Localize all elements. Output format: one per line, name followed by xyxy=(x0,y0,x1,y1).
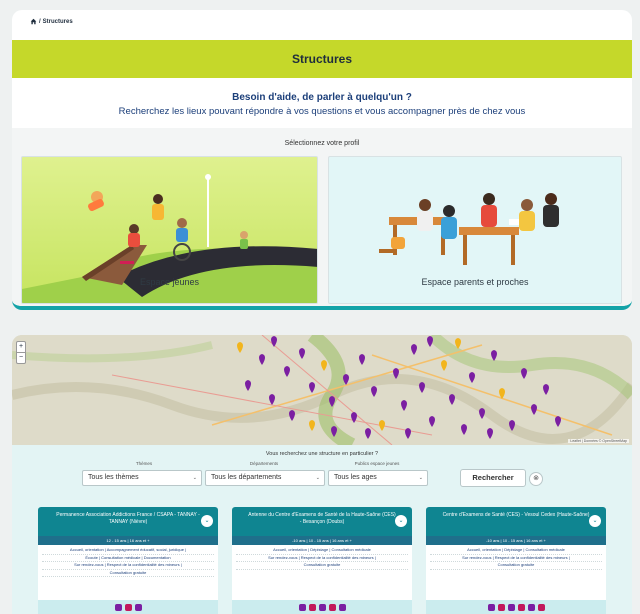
page-title-banner: Structures xyxy=(12,40,632,78)
search-button[interactable]: Rechercher xyxy=(460,469,526,487)
profile-label-jeunes: Espace jeunes xyxy=(139,277,200,287)
service-icon xyxy=(507,603,515,611)
filter-label-departements: Départements xyxy=(249,461,279,466)
profile-label-parents: Espace parents et proches xyxy=(421,277,529,287)
service-line: Sur rendez-vous | Respect de la confiden… xyxy=(42,562,214,570)
service-icon xyxy=(497,603,505,611)
structure-ages: -10 ans | 10 - 15 ans | 16 ans et + xyxy=(426,536,606,545)
filter-label-publics: Publics espace jeunes xyxy=(354,461,400,466)
structure-icons xyxy=(426,600,606,614)
service-icon xyxy=(114,603,122,611)
structure-icons xyxy=(38,600,218,614)
service-icon xyxy=(308,603,316,611)
chevron-down-icon: ⌄ xyxy=(315,475,320,481)
service-line: Accueil, orientation | Dépistage | Consu… xyxy=(430,547,602,555)
map-search-panel: + − Leaflet | Données © OpenStreetMap Vo… xyxy=(12,335,632,614)
service-icon xyxy=(318,603,326,611)
structure-card[interactable]: Centre d'Examens de Santé (CES) - Vesoul… xyxy=(426,507,606,614)
filter-label-themes: Thèmes xyxy=(135,461,153,466)
structures-panel: / Structures Structures Besoin d'aide, d… xyxy=(12,10,632,310)
public-select-value: Tous les ages xyxy=(334,474,377,481)
chevron-down-icon: ⌄ xyxy=(192,475,197,481)
structure-icons xyxy=(232,600,412,614)
structures-map[interactable]: + − Leaflet | Données © OpenStreetMap xyxy=(12,335,632,445)
chevron-down-icon: ⌄ xyxy=(418,475,423,481)
chevron-down-icon[interactable]: ⌄ xyxy=(589,515,601,527)
departement-select-value: Tous les départements xyxy=(211,474,282,481)
structure-card-header: Centre d'Examens de Santé (CES) - Vesoul… xyxy=(426,507,606,536)
profile-card-parents[interactable]: Espace parents et proches xyxy=(328,156,622,304)
profile-card-jeunes[interactable]: Espace jeunes xyxy=(21,156,318,304)
zoom-out-button[interactable]: − xyxy=(17,353,25,363)
service-line: Consultation gratuite xyxy=(430,562,602,570)
profile-selector: Sélectionnez votre profil Espace jeunes … xyxy=(12,128,632,306)
public-select[interactable]: Tous les ages ⌄ xyxy=(328,470,428,486)
service-icon xyxy=(487,603,495,611)
service-icon xyxy=(124,603,132,611)
zoom-in-button[interactable]: + xyxy=(17,342,25,353)
service-icon xyxy=(527,603,535,611)
structure-services: Accueil, orientation | Dépistage | Consu… xyxy=(426,545,606,572)
structure-services: Accueil, orientation | Accompagnement éd… xyxy=(38,545,218,579)
page-title: Structures xyxy=(291,52,353,66)
service-icon xyxy=(537,603,545,611)
structure-card[interactable]: Permanence Association Addictions France… xyxy=(38,507,218,614)
map-zoom-control: + − xyxy=(16,341,26,364)
breadcrumb-current: Structures xyxy=(42,18,73,25)
structure-card-header: Antenne du Centre d'Examens de Santé de … xyxy=(232,507,412,536)
theme-select-value: Tous les thèmes xyxy=(88,474,139,481)
structure-ages: 12 - 15 ans | 16 ans et + xyxy=(38,536,218,545)
service-line: Accueil, orientation | Dépistage | Consu… xyxy=(236,547,408,555)
theme-select[interactable]: Tous les thèmes ⌄ xyxy=(82,470,202,486)
search-title: Vous recherchez une structure en particu… xyxy=(265,451,379,457)
service-icon xyxy=(298,603,306,611)
service-icon xyxy=(338,603,346,611)
help-subtitle: Recherchez les lieux pouvant répondre à … xyxy=(118,106,526,117)
service-line: Écoute | Consultation médicale | Documen… xyxy=(42,555,214,562)
chevron-down-icon[interactable]: ⌄ xyxy=(201,515,213,527)
service-line: Sur rendez-vous | Respect de la confiden… xyxy=(430,555,602,562)
service-line: Consultation gratuite xyxy=(42,570,214,577)
structure-card[interactable]: Antenne du Centre d'Examens de Santé de … xyxy=(232,507,412,614)
reset-icon[interactable]: ⊗ xyxy=(529,472,543,486)
home-icon[interactable] xyxy=(30,18,37,25)
service-icon xyxy=(134,603,142,611)
breadcrumb: / Structures xyxy=(30,18,73,25)
service-line: Consultation gratuite xyxy=(236,562,408,570)
service-line: Accueil, orientation | Accompagnement éd… xyxy=(42,547,214,555)
structure-services: Accueil, orientation | Dépistage | Consu… xyxy=(232,545,412,572)
service-line: Sur rendez-vous | Respect de la confiden… xyxy=(236,555,408,562)
structure-name: Antenne du Centre d'Examens de Santé de … xyxy=(248,512,396,525)
breadcrumb-separator: / xyxy=(39,18,41,25)
structure-ages: -10 ans | 10 - 15 ans | 16 ans et + xyxy=(232,536,412,545)
departement-select[interactable]: Tous les départements ⌄ xyxy=(205,470,325,486)
structure-card-header: Permanence Association Addictions France… xyxy=(38,507,218,536)
chevron-down-icon[interactable]: ⌄ xyxy=(395,515,407,527)
map-attribution: Leaflet | Données © OpenStreetMap xyxy=(568,439,629,443)
structure-name: Centre d'Examens de Santé (CES) - Vesoul… xyxy=(442,512,590,518)
profile-label: Sélectionnez votre profil xyxy=(284,140,360,147)
service-icon xyxy=(517,603,525,611)
structure-name: Permanence Association Addictions France… xyxy=(56,512,200,525)
map-background xyxy=(12,335,632,445)
service-icon xyxy=(328,603,336,611)
help-title: Besoin d'aide, de parler à quelqu'un ? xyxy=(232,92,412,103)
